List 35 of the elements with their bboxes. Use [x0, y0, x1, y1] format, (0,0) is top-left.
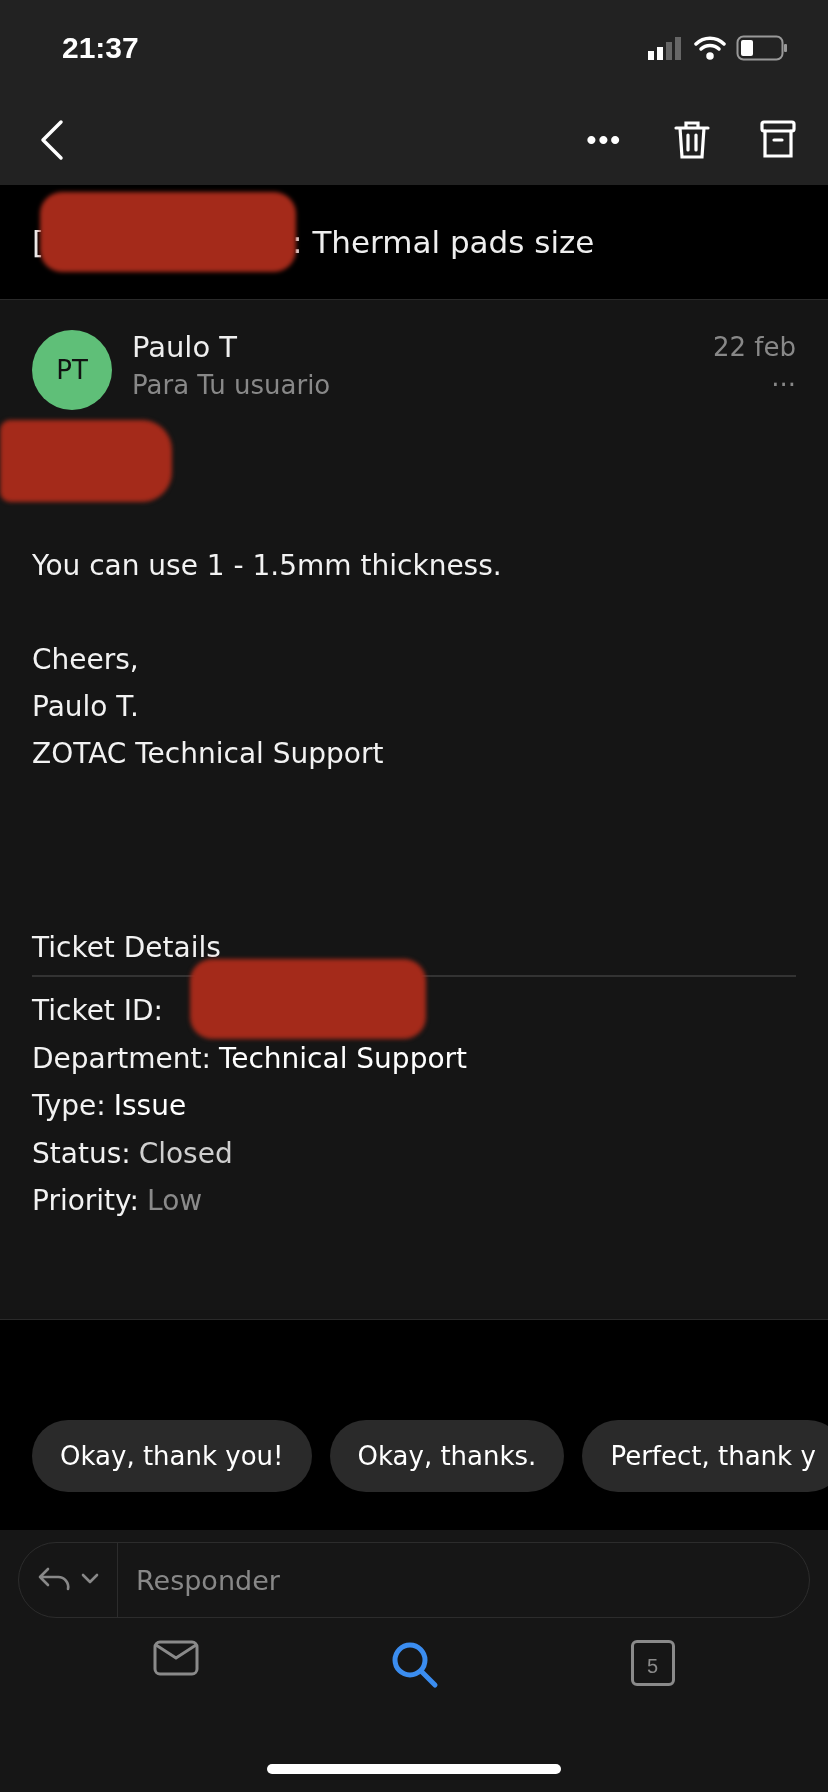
- ticket-field-value: Closed: [138, 1136, 233, 1170]
- quick-reply-chip[interactable]: Okay, thank you!: [32, 1420, 312, 1492]
- ticket-field-label: Ticket ID:: [32, 994, 163, 1028]
- body-text: You can use 1 - 1.5mm thickness.: [32, 548, 503, 584]
- body-text: ZOTAC Technical Support: [32, 736, 385, 772]
- ticket-field-value: Low: [147, 1184, 203, 1218]
- ticket-field-label: Status:: [32, 1136, 131, 1170]
- ticket-field-label: Department:: [32, 1041, 211, 1075]
- body-text: Paulo T.: [32, 689, 141, 725]
- archive-button[interactable]: [760, 120, 796, 160]
- reply-field[interactable]: Responder: [118, 1564, 809, 1596]
- wifi-icon: [694, 35, 726, 60]
- more-button[interactable]: •••: [586, 124, 622, 156]
- body-text: Cheers,: [32, 642, 140, 678]
- subject-text: : Thermal pads size: [292, 224, 595, 260]
- ticket-field-value: Technical Support: [218, 1041, 468, 1075]
- subject-text: [: [32, 224, 45, 260]
- delete-button[interactable]: [674, 119, 710, 161]
- quick-reply-chip[interactable]: Okay, thanks.: [329, 1420, 565, 1492]
- search-tab[interactable]: [390, 1640, 440, 1690]
- ticket-field-label: Type:: [32, 1089, 106, 1123]
- back-button[interactable]: [40, 119, 64, 161]
- signal-icon: [648, 35, 684, 60]
- details-button[interactable]: ···: [771, 370, 796, 400]
- sender-name: Paulo T: [132, 330, 238, 364]
- ticket-field-label: Priority:: [32, 1184, 140, 1218]
- ticket-details-title: Ticket Details: [32, 930, 221, 966]
- status-time: 21:37: [62, 30, 139, 65]
- quick-reply-chip[interactable]: Perfect, thank y: [582, 1420, 828, 1492]
- message-date: 22 feb: [713, 332, 796, 362]
- calendar-date: 5: [647, 1654, 659, 1678]
- avatar: PT: [32, 330, 112, 410]
- ticket-field-value: Issue: [113, 1089, 187, 1123]
- recipient-text: Para Tu usuario: [132, 370, 331, 400]
- battery-icon: [736, 34, 788, 61]
